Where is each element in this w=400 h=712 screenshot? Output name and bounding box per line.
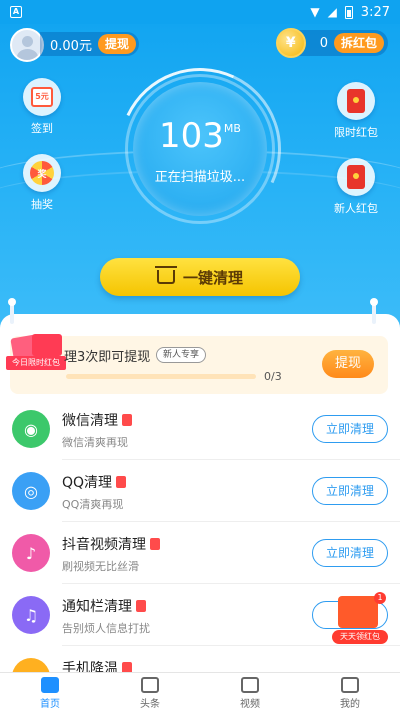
lottery-label: 抽奖 [31, 198, 53, 211]
promo-label: 天天领红包 [332, 630, 388, 644]
hero-panel: 0.00元 提现 ¥ 0 拆红包 5元 签到 奖 抽奖 限时红包 新人红包 10… [0, 0, 400, 330]
row-title: 抖音视频清理 [62, 534, 160, 554]
red-tag-icon [150, 538, 160, 550]
notification-icon: A [10, 6, 22, 18]
video-icon [241, 677, 259, 693]
qq-icon: ◎ [12, 472, 50, 510]
row-title: 微信清理 [62, 410, 132, 430]
junk-size-value: 103 [159, 116, 224, 156]
nav-video[interactable]: 视频 [200, 673, 300, 712]
row-subtitle: 微信清爽再现 [62, 436, 128, 449]
douyin-icon: ♪ [12, 534, 50, 572]
task-progress-bar [66, 374, 256, 379]
task-withdraw-button[interactable]: 提现 [322, 350, 374, 378]
limited-redbag-label: 限时红包 [334, 126, 378, 139]
task-title: 理3次即可提现 [64, 350, 151, 365]
profile-icon [341, 677, 359, 693]
red-envelope-icon [337, 158, 375, 196]
daily-redbag-float[interactable]: 1 天天领红包 [332, 592, 394, 652]
clean-now-button[interactable]: 立即清理 [312, 415, 388, 443]
badge-label: 今日限时红包 [6, 356, 66, 370]
red-tag-icon [136, 600, 146, 612]
calendar-icon: 5元 [23, 78, 61, 116]
list-item-qq: ◎ QQ清理 QQ清爽再现 立即清理 [0, 460, 400, 522]
card-pin [370, 298, 378, 324]
nav-profile[interactable]: 我的 [300, 673, 400, 712]
basket-icon [154, 266, 177, 284]
junk-size-unit: MB [223, 122, 241, 135]
lottery-button[interactable]: 奖 抽奖 [12, 154, 72, 212]
signin-label: 签到 [31, 122, 53, 135]
nav-home[interactable]: 首页 [0, 673, 100, 712]
list-item-wechat: ◉ 微信清理 微信清爽再现 立即清理 [0, 398, 400, 460]
promo-count-badge: 1 [374, 592, 386, 604]
scan-status: 正在扫描垃圾... [154, 170, 246, 185]
limited-redbag-button[interactable]: 限时红包 [326, 82, 386, 140]
bottom-nav: 首页 头条 视频 我的 [0, 672, 400, 712]
signal-icon: ◢ [327, 5, 337, 19]
status-bar: A ▼ ◢ 3:27 [0, 0, 400, 24]
junk-size: 103MB [133, 116, 267, 156]
wifi-icon: ▼ [310, 5, 320, 19]
open-redbag-button[interactable]: 拆红包 [333, 33, 384, 53]
red-tag-icon [116, 476, 127, 488]
user-avatar[interactable] [10, 28, 44, 62]
thermometer-icon: ▣ [12, 658, 50, 672]
document-icon [141, 677, 159, 693]
row-title: 通知栏清理 [62, 596, 146, 616]
newbie-tag: 新人专享 [156, 347, 207, 363]
bell-icon: ♫ [12, 596, 50, 634]
clock: 3:27 [360, 4, 390, 20]
nav-headlines[interactable]: 头条 [100, 673, 200, 712]
clean-now-button[interactable]: 立即清理 [312, 477, 388, 505]
one-key-clean-label: 一键清理 [182, 268, 243, 287]
balance-pill: 0.00元 提现 [40, 32, 139, 56]
row-title: 手机降温 [62, 658, 132, 672]
row-title: QQ清理 [62, 472, 127, 492]
newuser-redbag-button[interactable]: 新人红包 [326, 158, 386, 216]
row-subtitle: QQ清爽再现 [62, 498, 124, 511]
withdraw-button[interactable]: 提现 [97, 34, 136, 54]
red-tag-icon [122, 414, 132, 426]
one-key-clean-button[interactable]: 一键清理 [100, 258, 300, 296]
gift-box-icon [338, 596, 378, 628]
battery-icon [344, 5, 353, 19]
coin-icon: ¥ [275, 28, 306, 58]
withdraw-task: 今日限时红包 理3次即可提现 新人专享 0/3 提现 [6, 333, 388, 394]
task-progress-text: 0/3 [264, 370, 282, 383]
list-item-douyin: ♪ 抖音视频清理 刷视频无比丝滑 立即清理 [0, 522, 400, 584]
red-tag-icon [122, 662, 132, 672]
newuser-redbag-label: 新人红包 [334, 202, 378, 215]
clean-now-button[interactable]: 立即清理 [312, 539, 388, 567]
lottery-wheel-icon: 奖 [23, 154, 61, 192]
signin-button[interactable]: 5元 签到 [12, 78, 72, 136]
wechat-icon: ◉ [12, 410, 50, 448]
red-envelope-icon [337, 82, 375, 120]
row-subtitle: 告别烦人信息打扰 [62, 622, 150, 635]
home-icon [41, 677, 59, 693]
card-pin [8, 298, 16, 324]
row-subtitle: 刷视频无比丝滑 [62, 560, 139, 573]
coin-count: 0 [319, 35, 328, 51]
coin-pill: ¥ 0 拆红包 [275, 28, 388, 58]
balance-amount: 0.00元 [50, 38, 92, 54]
